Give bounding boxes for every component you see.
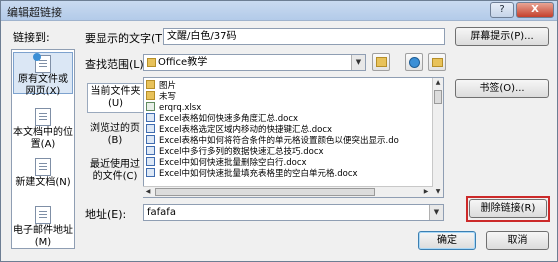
- word-file-icon: [146, 157, 155, 166]
- tab-current-folder[interactable]: 当前文件夹(U): [87, 83, 143, 113]
- browse-file-button[interactable]: [428, 53, 446, 71]
- excel-file-icon: [146, 102, 155, 111]
- file-name: 图片: [159, 81, 177, 91]
- word-file-icon: [146, 135, 155, 144]
- look-in-value: Office教学: [158, 57, 208, 68]
- scroll-thumb[interactable]: [434, 90, 442, 104]
- word-file-icon: [146, 113, 155, 122]
- scroll-left-icon[interactable]: ◀: [143, 187, 153, 197]
- display-text-label: 要显示的文字(T):: [85, 32, 171, 45]
- file-name: Excel中如何快速批量填充表格里的空白单元格.docx: [159, 169, 358, 179]
- help-button[interactable]: ?: [490, 2, 514, 18]
- globe-icon: [409, 57, 420, 68]
- address-value: fafafa: [147, 207, 176, 218]
- up-folder-button[interactable]: [372, 53, 390, 71]
- tab-recent-files[interactable]: 最近使用过的文件(C): [87, 159, 143, 197]
- file-list[interactable]: 图片 未写 erqrq.xlsx Excel表格如何快速多角度汇总.docx E…: [143, 77, 444, 198]
- web-page-icon: [33, 53, 51, 73]
- word-file-icon: [146, 124, 155, 133]
- link-place-in-document[interactable]: 本文档中的位置(A): [13, 108, 73, 150]
- look-in-label: 查找范围(L):: [85, 58, 148, 71]
- link-new-document-label: 新建文档(N): [15, 177, 71, 188]
- link-existing-file[interactable]: 原有文件或网页(X): [13, 52, 73, 97]
- file-name: Excel表格中如何将符合条件的单元格设置颜色以便突出显示.do: [159, 136, 399, 146]
- screen-tip-button[interactable]: 屏幕提示(P)...: [455, 27, 549, 46]
- folder-icon: [146, 91, 155, 100]
- link-place-in-document-label: 本文档中的位置(A): [13, 127, 73, 150]
- email-icon: [35, 206, 51, 224]
- scroll-right-icon[interactable]: ▶: [421, 187, 431, 197]
- dialog-title: 编辑超链接: [7, 6, 62, 19]
- display-text-input[interactable]: 文醒/白色/37码: [163, 28, 445, 45]
- file-name: Excel中多行多列的数据快速汇总技巧.docx: [159, 147, 324, 157]
- remove-link-button[interactable]: 删除链接(R): [469, 199, 547, 218]
- title-bar: 编辑超链接 ? X: [1, 1, 557, 21]
- file-name: erqrq.xlsx: [159, 103, 202, 113]
- folder-icon: [146, 80, 155, 89]
- list-item[interactable]: Excel表格如何快速多角度汇总.docx: [146, 113, 298, 124]
- address-input[interactable]: fafafa ▼: [143, 204, 444, 221]
- document-place-icon: [35, 108, 51, 126]
- chevron-down-icon[interactable]: ▼: [429, 205, 443, 220]
- address-label: 地址(E):: [85, 208, 127, 221]
- close-icon: X: [531, 4, 539, 15]
- file-name: 未写: [159, 92, 177, 102]
- vertical-scrollbar[interactable]: ▲ ▼: [432, 78, 443, 197]
- scroll-up-icon[interactable]: ▲: [433, 78, 443, 88]
- scroll-down-icon[interactable]: ▼: [433, 187, 443, 197]
- list-item[interactable]: Excel表格中如何将符合条件的单元格设置颜色以便突出显示.do: [146, 135, 399, 146]
- word-file-icon: [146, 168, 155, 177]
- list-item[interactable]: Excel中如何快速批量删除空白行.docx: [146, 157, 307, 168]
- list-item[interactable]: Excel中如何快速批量填充表格里的空白单元格.docx: [146, 168, 358, 179]
- link-to-label: 链接到:: [13, 31, 50, 44]
- scroll-thumb[interactable]: [155, 188, 375, 196]
- list-item[interactable]: Excel表格选定区域内移动的快捷键汇总.docx: [146, 124, 332, 135]
- open-folder-icon: [432, 58, 443, 67]
- browse-web-button[interactable]: [405, 53, 423, 71]
- file-name: Excel表格如何快速多角度汇总.docx: [159, 114, 299, 124]
- list-item[interactable]: 未写: [146, 91, 176, 102]
- link-existing-file-label: 原有文件或网页(X): [18, 74, 68, 97]
- file-name: Excel表格选定区域内移动的快捷键汇总.docx: [159, 125, 333, 135]
- folder-icon: [147, 58, 156, 67]
- file-name: Excel中如何快速批量删除空白行.docx: [159, 158, 307, 168]
- tab-browsed-pages[interactable]: 浏览过的页(B): [87, 123, 143, 153]
- link-email-address[interactable]: 电子邮件地址(M): [13, 206, 73, 248]
- browse-tabs: 当前文件夹(U) 浏览过的页(B) 最近使用过的文件(C): [87, 77, 143, 197]
- link-type-panel: 原有文件或网页(X) 本文档中的位置(A) 新建文档(N) 电子邮件地址(M): [11, 49, 75, 249]
- cancel-button[interactable]: 取消: [486, 231, 549, 250]
- new-document-icon: [35, 158, 51, 176]
- look-in-combo[interactable]: Office教学 ▼: [143, 54, 366, 71]
- bookmark-button[interactable]: 书签(O)...: [455, 79, 549, 98]
- chevron-down-icon[interactable]: ▼: [351, 55, 365, 70]
- link-email-address-label: 电子邮件地址(M): [13, 225, 73, 248]
- list-item[interactable]: Excel中多行多列的数据快速汇总技巧.docx: [146, 146, 324, 157]
- edit-hyperlink-dialog: 编辑超链接 ? X 链接到: 原有文件或网页(X) 本文档中的位置(A) 新建文…: [0, 0, 558, 262]
- word-file-icon: [146, 146, 155, 155]
- horizontal-scrollbar[interactable]: ◀ ▶: [143, 186, 433, 197]
- up-folder-icon: [376, 57, 387, 67]
- close-button[interactable]: X: [516, 2, 554, 18]
- link-new-document[interactable]: 新建文档(N): [13, 158, 73, 194]
- list-item[interactable]: erqrq.xlsx: [146, 102, 201, 113]
- help-icon: ?: [499, 4, 505, 15]
- ok-button[interactable]: 确定: [418, 231, 476, 250]
- list-item[interactable]: 图片: [146, 80, 176, 91]
